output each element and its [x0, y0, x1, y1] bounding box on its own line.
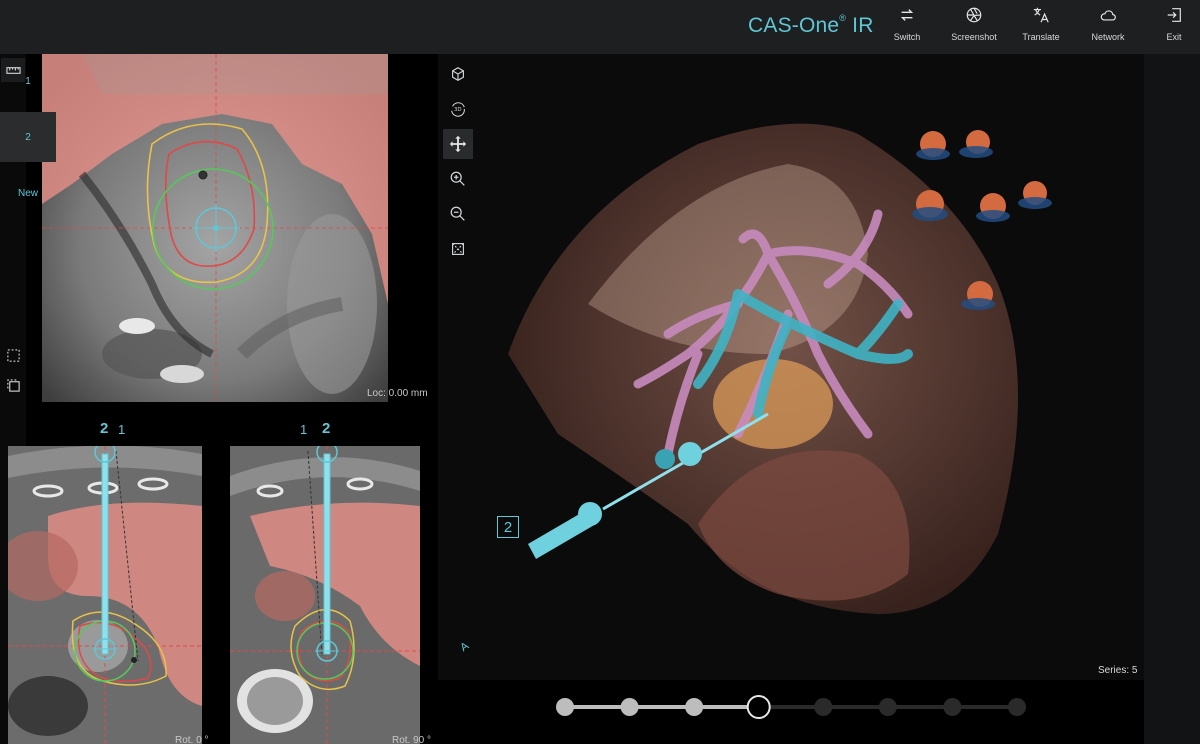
app-title: CAS-One® IR: [748, 13, 874, 37]
cloud-icon: [1100, 10, 1116, 21]
top-bar: CAS-One® IR Switch Screenshot Translate …: [0, 0, 1200, 54]
slider-step[interactable]: [878, 698, 897, 716]
pan-icon: [449, 135, 467, 153]
pan-tool[interactable]: [443, 129, 473, 159]
timeline-track[interactable]: [438, 680, 1144, 744]
location-label: Loc: 0.00 mm: [367, 388, 428, 399]
aperture-icon: [966, 7, 982, 23]
reset-view-icon: [452, 243, 464, 255]
axial-ct-view[interactable]: [42, 54, 388, 402]
translate-button[interactable]: Translate: [1008, 0, 1074, 54]
series-item-new[interactable]: New: [0, 168, 56, 218]
slider-step[interactable]: [943, 698, 962, 716]
slider-thumb[interactable]: [746, 695, 771, 719]
slider-step[interactable]: [685, 698, 704, 716]
translate-icon: [1033, 7, 1049, 23]
slider-step[interactable]: [620, 698, 639, 716]
3d-viewer[interactable]: [438, 54, 1144, 680]
zoom-in-icon: [450, 171, 465, 186]
series-item-1[interactable]: 1: [0, 56, 56, 106]
series-panel: [1144, 54, 1200, 744]
rotation-label-sagittal: Rot. 90 °: [392, 735, 432, 744]
slider-step[interactable]: [814, 698, 833, 716]
layer-tool[interactable]: [1, 373, 25, 397]
screenshot-label: Screenshot: [951, 32, 997, 42]
rotation-label: Rot. 0 °: [175, 735, 209, 744]
series-label: Series: 5: [1098, 665, 1138, 676]
layers-icon: [6, 378, 20, 392]
rotate-3d-tool[interactable]: 3D: [443, 94, 473, 124]
slider-step[interactable]: [1008, 698, 1026, 716]
exit-icon: [1167, 8, 1181, 22]
reset-view-tool[interactable]: [443, 234, 473, 264]
zoom-out-tool[interactable]: [443, 199, 473, 229]
switch-label: Switch: [893, 32, 921, 42]
swap-icon: [900, 9, 914, 21]
zoom-out-icon: [450, 206, 465, 221]
series-item-2[interactable]: 2: [0, 112, 56, 162]
timeline-slider[interactable]: [438, 680, 1144, 744]
switch-button[interactable]: Switch: [874, 0, 940, 54]
select-region-tool[interactable]: [1, 343, 25, 367]
network-button[interactable]: Network: [1075, 0, 1141, 54]
coronal-ct-view[interactable]: [8, 446, 202, 744]
slider-step[interactable]: [556, 698, 574, 716]
needle-2-label-sagittal: 2: [322, 420, 331, 437]
needle-1-label: 1: [118, 422, 126, 437]
needle-number-box[interactable]: 2: [497, 516, 519, 538]
exit-button[interactable]: Exit: [1141, 0, 1200, 54]
translate-label: Translate: [1022, 32, 1060, 42]
zoom-in-tool[interactable]: [443, 164, 473, 194]
svg-text:3D: 3D: [454, 107, 462, 113]
network-label: Network: [1091, 32, 1125, 42]
3d-rotate-icon: 3D: [451, 102, 465, 117]
cube-icon: [452, 67, 464, 81]
cube-view-tool[interactable]: [443, 59, 473, 89]
screenshot-button[interactable]: Screenshot: [941, 0, 1007, 54]
dashed-square-icon: [6, 348, 20, 362]
needle-2-label: 2: [100, 420, 109, 437]
needle-1-label-sagittal: 1: [300, 422, 308, 437]
sagittal-ct-view[interactable]: [230, 446, 420, 744]
exit-label: Exit: [1166, 32, 1182, 42]
